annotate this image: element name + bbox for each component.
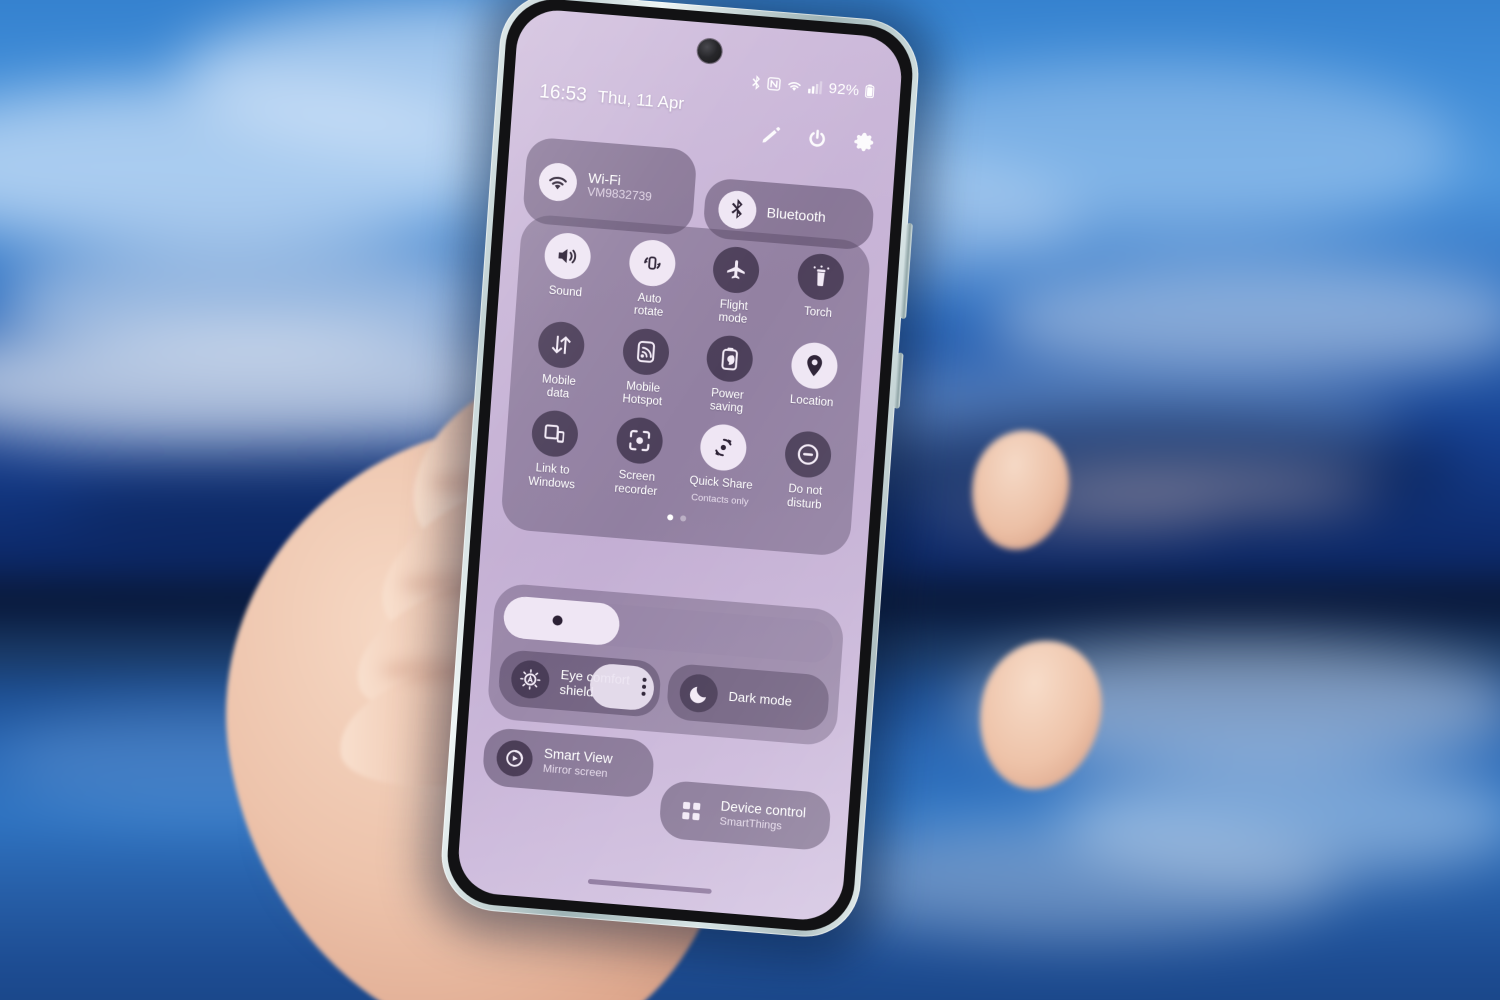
tile-flight-mode[interactable]: Flight mode: [690, 244, 780, 330]
record-frame-icon: [614, 416, 664, 466]
signal-icon: [808, 80, 823, 94]
cast-play-icon: [495, 738, 534, 778]
front-camera-icon: [696, 38, 723, 65]
mode-row: Eye comfort shield Dark mode: [497, 648, 831, 732]
eye-comfort-icon: [509, 658, 551, 700]
airplane-icon: [711, 245, 761, 295]
header-actions: [760, 124, 875, 154]
tile-label: Link to Windows: [527, 462, 576, 491]
tile-torch[interactable]: Torch: [774, 250, 864, 336]
screenshot-stage: 92% 16:53 Thu, 11 Apr Wi-Fi VM9832739 Bl…: [0, 0, 1500, 1000]
speaker-icon: [543, 231, 593, 281]
brightness-and-modes-card: Eye comfort shield Dark mode: [486, 582, 845, 747]
tile-label: Mobile Hotspot: [622, 380, 663, 409]
tile-sublabel: Contacts only: [690, 491, 749, 508]
page-dot-2[interactable]: [679, 514, 686, 522]
gesture-navigation-bar[interactable]: [587, 878, 712, 894]
tile-quick-share[interactable]: Quick Share Contacts only: [677, 422, 767, 509]
grid-squares-icon: [672, 792, 710, 831]
devices-icon: [530, 409, 580, 459]
hotspot-icon: [621, 327, 671, 377]
device-control-card[interactable]: Device control SmartThings: [658, 779, 832, 852]
quick-share-icon: [699, 423, 749, 473]
dark-mode-tile[interactable]: Dark mode: [665, 662, 831, 732]
tile-label: Auto rotate: [633, 291, 664, 320]
bluetooth-title: Bluetooth: [766, 204, 827, 226]
quick-settings-grid: Sound Auto rotate Flight mode Torch Mobi…: [509, 230, 864, 516]
tile-sound[interactable]: Sound: [522, 230, 612, 316]
brightness-slider-knob[interactable]: [551, 615, 563, 626]
rotate-icon: [627, 238, 677, 288]
phone-screen: 92% 16:53 Thu, 11 Apr Wi-Fi VM9832739 Bl…: [455, 7, 905, 923]
tile-label: Flight mode: [718, 298, 749, 327]
tile-mobile-data[interactable]: Mobile data: [515, 319, 605, 405]
tile-screen-recorder[interactable]: Screen recorder: [593, 415, 683, 502]
battery-percent-label: 92%: [828, 79, 860, 99]
eye-comfort-shield-tile[interactable]: Eye comfort shield: [497, 648, 662, 719]
flashlight-icon: [795, 252, 846, 302]
moon-icon: [678, 672, 720, 714]
tile-label: Location: [789, 394, 834, 410]
wifi-icon: [537, 161, 579, 203]
dark-mode-label: Dark mode: [728, 688, 793, 709]
wifi-ssid: VM9832739: [586, 184, 653, 204]
power-icon[interactable]: [806, 127, 828, 150]
tile-label: Sound: [548, 284, 583, 300]
bottom-cards-row: Smart View Mirror screen Device control …: [479, 726, 835, 852]
tile-mobile-hotspot[interactable]: Mobile Hotspot: [600, 326, 690, 412]
wifi-icon: [788, 81, 802, 91]
tile-label: Torch: [803, 305, 833, 320]
minus-circle-icon: [783, 430, 833, 480]
tile-power-saving[interactable]: Power saving: [684, 333, 774, 419]
phone-frame: 92% 16:53 Thu, 11 Apr Wi-Fi VM9832739 Bl…: [437, 0, 923, 942]
settings-gear-icon[interactable]: [853, 131, 875, 154]
tile-do-not-disturb[interactable]: Do not disturb: [762, 428, 852, 515]
tile-label: Quick Share: [689, 475, 753, 493]
tile-label: Do not disturb: [786, 483, 823, 512]
tile-label: Screen recorder: [614, 469, 658, 498]
phone-device: 92% 16:53 Thu, 11 Apr Wi-Fi VM9832739 Bl…: [420, 0, 944, 967]
bluetooth-icon: [716, 189, 758, 231]
tile-auto-rotate[interactable]: Auto rotate: [606, 237, 696, 323]
tile-label: Power saving: [709, 387, 745, 416]
tile-location[interactable]: Location: [768, 339, 858, 425]
tile-label: Mobile data: [541, 373, 577, 401]
battery-saver-icon: [705, 334, 755, 384]
nfc-icon: [767, 76, 782, 91]
tile-link-to-windows[interactable]: Link to Windows: [509, 408, 599, 495]
battery-icon: [864, 84, 875, 99]
location-pin-icon: [789, 341, 839, 391]
data-arrows-icon: [536, 320, 587, 370]
edit-pencil-icon[interactable]: [760, 124, 781, 146]
clock-time: 16:53: [538, 81, 588, 107]
quick-settings-card: Sound Auto rotate Flight mode Torch Mobi…: [500, 213, 872, 557]
smart-view-card[interactable]: Smart View Mirror screen: [481, 726, 656, 799]
bluetooth-icon: [752, 74, 761, 90]
page-dot-1[interactable]: [666, 513, 673, 521]
clock-date: Thu, 11 Apr: [597, 87, 685, 114]
